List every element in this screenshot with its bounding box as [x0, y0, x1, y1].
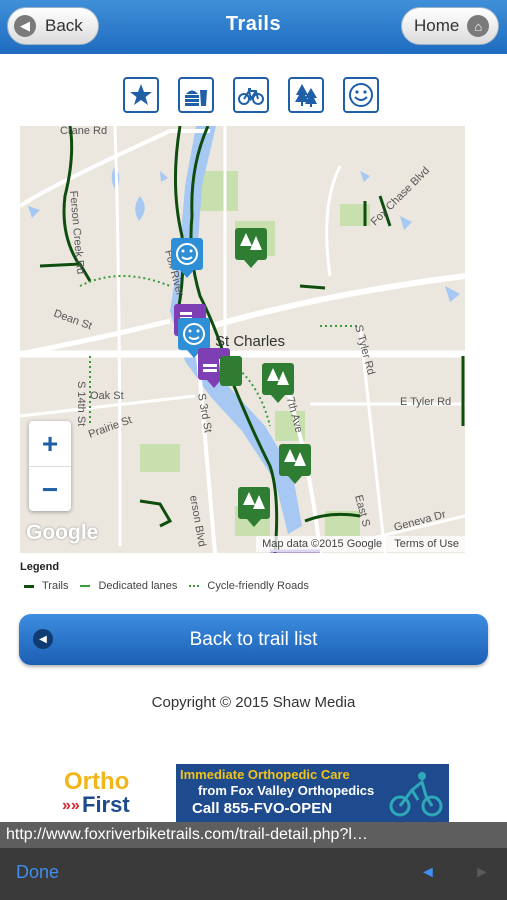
home-label: Home	[414, 16, 460, 35]
label-prairie-st: Prairie St	[87, 414, 134, 441]
zoom-control: + −	[29, 421, 71, 511]
cyclist-icon	[389, 772, 443, 817]
ad-subline: from Fox Valley Orthopedics	[198, 783, 375, 798]
label-s-3rd-st: S 3rd St	[195, 392, 214, 433]
map-marker-park[interactable]	[235, 228, 267, 268]
zoom-out-button[interactable]: −	[29, 467, 71, 512]
label-jefferson-blvd: erson Blvd	[187, 494, 208, 547]
url-bar[interactable]: http://www.foxriverbiketrails.com/trail-…	[0, 822, 507, 848]
ad-phone: Call 855-FVO-OPEN	[192, 800, 333, 817]
ad-banner[interactable]: Ortho »» First Immediate Orthopedic Care…	[58, 764, 449, 822]
next-arrow-icon[interactable]: ►	[474, 864, 490, 882]
star-icon	[130, 84, 152, 105]
map-data-text: Map data ©2015 Google	[262, 538, 383, 550]
ad-headline: Immediate Orthopedic Care	[180, 767, 350, 782]
filter-bike-button[interactable]	[233, 77, 269, 113]
legend-lanes-label: Dedicated lanes	[98, 580, 178, 592]
chevron-left-icon: ◀	[33, 629, 53, 649]
ad-brand-first: First	[82, 792, 130, 817]
legend-roads-label: Cycle-friendly Roads	[207, 580, 309, 592]
legend-lanes-swatch	[80, 585, 91, 587]
filter-toolbar	[123, 77, 379, 113]
map-canvas: Crane Rd Ferson Creek Rd Fox Chase Blvd …	[20, 126, 465, 553]
terms-link[interactable]: Terms of Use	[394, 538, 459, 550]
smiley-icon	[349, 83, 373, 107]
label-geneva-dr: Geneva Dr	[393, 508, 448, 533]
zoom-in-button[interactable]: +	[29, 421, 71, 466]
trail-map[interactable]: Crane Rd Ferson Creek Rd Fox Chase Blvd …	[20, 126, 465, 553]
previous-arrow-icon[interactable]: ◄	[420, 864, 436, 882]
back-to-trail-list-label: Back to trail list	[189, 628, 318, 650]
legend-title: Legend	[20, 561, 60, 573]
label-e-tyler-rd: E Tyler Rd	[400, 396, 451, 408]
label-fox-chase-blvd: Fox Chase Blvd	[369, 165, 432, 228]
filter-food-button[interactable]	[178, 77, 214, 113]
map-attribution: Map data ©2015 Google Terms of Use	[256, 536, 465, 552]
legend: Trails Dedicated lanes Cycle-friendly Ro…	[20, 580, 309, 592]
done-button[interactable]: Done	[16, 862, 59, 883]
label-ferson-creek-rd: Ferson Creek Rd	[67, 190, 86, 274]
filter-favorites-button[interactable]	[123, 77, 159, 113]
google-logo: Google	[26, 521, 99, 544]
legend-trails-label: Trails	[42, 580, 69, 592]
food-drink-icon	[185, 90, 207, 106]
legend-trails-swatch	[24, 584, 34, 588]
label-dean-st: Dean St	[52, 308, 93, 333]
filter-fun-button[interactable]	[343, 77, 379, 113]
bicycle-icon	[238, 88, 264, 105]
header-bar: ◀ Back Trails Home ⌂	[0, 0, 507, 54]
copyright: Copyright © 2015 Shaw Media	[151, 694, 356, 711]
legend-roads-swatch	[189, 585, 200, 587]
ad-chevrons: »»	[62, 797, 80, 814]
label-oak-st: Oak St	[90, 390, 124, 402]
map-marker-park[interactable]	[220, 356, 242, 386]
label-s-tyler-rd: S Tyler Rd	[352, 324, 377, 377]
trees-icon	[295, 84, 317, 107]
home-button[interactable]: Home ⌂	[401, 7, 499, 45]
back-to-trail-list-button[interactable]: ◀ Back to trail list	[19, 614, 488, 665]
label-st-charles: St Charles	[215, 333, 285, 350]
ad-logo: Ortho »» First	[58, 764, 176, 822]
filter-parks-button[interactable]	[288, 77, 324, 113]
browser-toolbar: Done ◄ ►	[0, 848, 507, 900]
home-icon: ⌂	[467, 15, 490, 37]
label-crane-rd: Crane Rd	[60, 126, 107, 137]
label-s-14th-st: S 14th St	[75, 381, 87, 426]
